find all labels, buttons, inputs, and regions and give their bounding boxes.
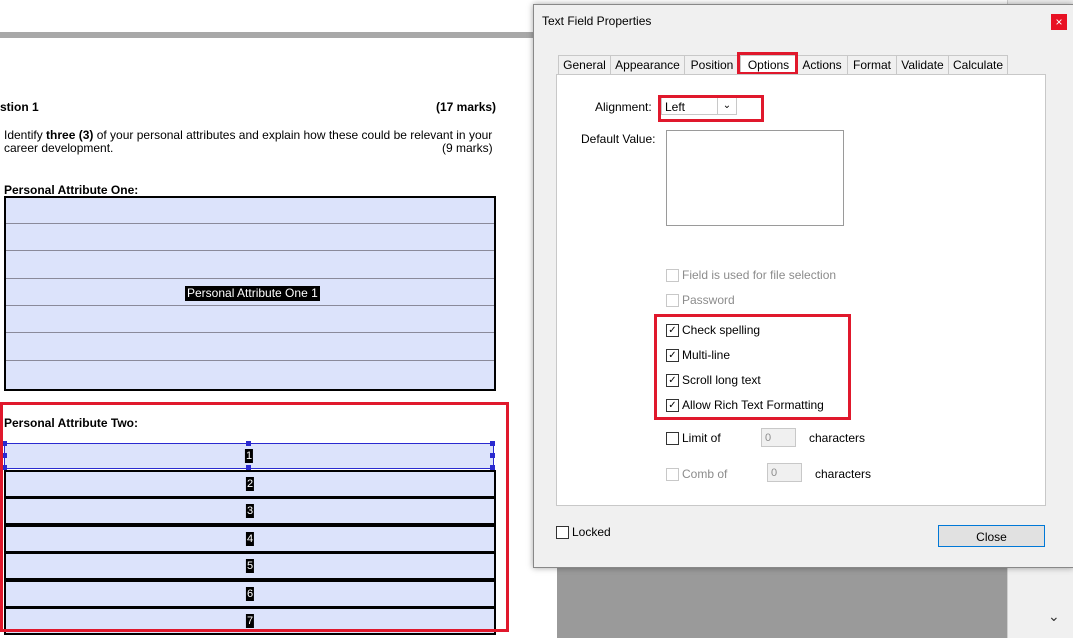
canvas-gray-area	[557, 566, 1007, 638]
comb-of-input: 0	[767, 463, 802, 482]
instruction-marks: (9 marks)	[442, 141, 493, 155]
tab-general[interactable]: General	[558, 55, 611, 75]
limit-of-checkbox[interactable]	[666, 432, 679, 445]
instruction-line-2: career development.	[4, 141, 114, 155]
highlight-checkboxes	[654, 314, 851, 420]
tab-validate[interactable]: Validate	[896, 55, 949, 75]
document-top-border	[0, 32, 540, 38]
question-title: stion 1	[0, 100, 39, 114]
comb-of-checkbox	[666, 468, 679, 481]
chevron-down-icon[interactable]: ⌄	[1048, 608, 1060, 625]
comb-of-label: Comb of	[682, 467, 728, 481]
limit-units-label: characters	[809, 431, 866, 445]
tab-appearance[interactable]: Appearance	[610, 55, 685, 75]
dialog-title: Text Field Properties	[542, 14, 652, 28]
tab-actions[interactable]: Actions	[796, 55, 848, 75]
text-field-properties-dialog: Text Field Properties × General Appearan…	[533, 4, 1073, 568]
highlight-options-tab	[737, 52, 798, 75]
attr-one-text-field[interactable]: Personal Attribute One 1	[4, 196, 496, 391]
password-label: Password	[682, 293, 735, 307]
attr-one-field-label: Personal Attribute One 1	[185, 286, 320, 301]
tab-calculate[interactable]: Calculate	[948, 55, 1008, 75]
file-selection-label: Field is used for file selection	[682, 268, 837, 282]
locked-checkbox[interactable]	[556, 526, 569, 539]
default-value-label: Default Value:	[581, 132, 656, 146]
limit-of-label: Limit of	[682, 431, 721, 445]
attr-one-heading: Personal Attribute One:	[4, 183, 139, 197]
close-icon[interactable]: ×	[1051, 14, 1067, 30]
highlight-alignment	[658, 95, 764, 122]
alignment-label: Alignment:	[595, 100, 652, 114]
locked-label: Locked	[572, 525, 611, 539]
tab-position[interactable]: Position	[684, 55, 740, 75]
tab-format[interactable]: Format	[847, 55, 897, 75]
password-checkbox	[666, 294, 679, 307]
close-button[interactable]: Close	[938, 525, 1045, 547]
file-selection-checkbox	[666, 269, 679, 282]
comb-units-label: characters	[815, 467, 872, 481]
limit-of-input[interactable]: 0	[761, 428, 796, 447]
question-marks: (17 marks)	[436, 100, 497, 114]
instruction-line-1: Identify three (3) of your personal attr…	[4, 128, 493, 142]
highlight-attr-two	[0, 402, 509, 632]
default-value-textarea[interactable]	[666, 130, 844, 226]
